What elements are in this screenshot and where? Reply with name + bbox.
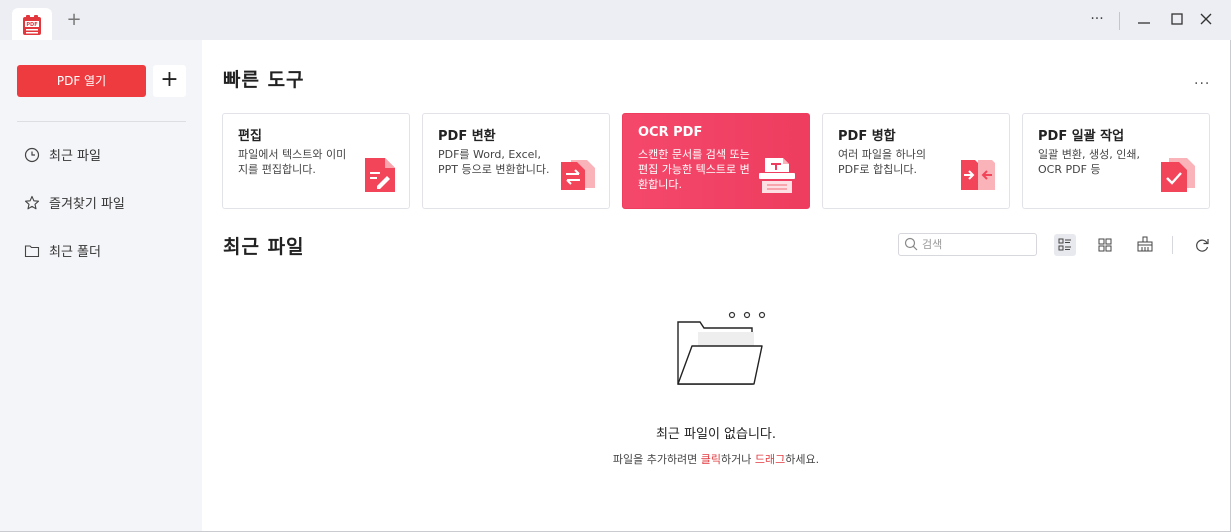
sidebar-divider (17, 121, 186, 122)
open-pdf-button[interactable]: PDF 열기 (17, 65, 146, 97)
search-box[interactable] (898, 233, 1037, 256)
empty-folder-illustration (677, 311, 766, 385)
card-title: PDF 일괄 작업 (1038, 129, 1125, 144)
card-description: PDF를 Word, Excel, PPT 등으로 변환합니다. (438, 148, 550, 176)
tool-card-edit[interactable]: 편집 파일에서 텍스트와 이미지를 편집합니다. (222, 113, 410, 209)
broom-icon (1137, 236, 1153, 252)
main-content: 빠른 도구 ··· 편집 파일에서 텍스트와 이미지를 편집합니다. PDF 변… (202, 40, 1230, 531)
sidebar: PDF 열기 + 최근 파일 즐겨찾기 파일 최근 폴더 (0, 40, 202, 531)
toolbar-divider (1172, 236, 1173, 254)
batch-pdf-icon (1161, 158, 1195, 192)
card-title: PDF 변환 (438, 129, 496, 144)
hint-text: 파일을 추가하려면 (612, 453, 701, 466)
minimize-button[interactable] (1135, 12, 1153, 30)
card-description: 일괄 변환, 생성, 인쇄, OCR PDF 등 (1038, 148, 1140, 176)
close-icon (1200, 13, 1212, 25)
clock-icon (24, 147, 40, 163)
card-title: OCR PDF (638, 125, 703, 140)
grid-view-icon (1098, 238, 1112, 252)
folder-icon (24, 245, 40, 258)
app-tab[interactable]: PDF (12, 8, 52, 40)
refresh-button[interactable] (1191, 234, 1213, 256)
titlebar-divider (1119, 12, 1120, 30)
list-view-icon (1058, 238, 1071, 251)
sidebar-item-recent-folders[interactable]: 최근 폴더 (24, 243, 101, 263)
clear-history-button[interactable] (1134, 234, 1156, 256)
tool-card-convert[interactable]: PDF 변환 PDF를 Word, Excel, PPT 등으로 변환합니다. (422, 113, 610, 209)
quick-tools-more-button[interactable]: ··· (1194, 76, 1210, 92)
edit-pdf-icon (365, 158, 395, 192)
hint-text: 하세요. (785, 453, 820, 466)
new-tab-button[interactable]: + (64, 10, 84, 30)
sidebar-item-label: 최근 파일 (49, 149, 101, 164)
title-bar: PDF + ··· (0, 0, 1231, 40)
grid-view-button[interactable] (1094, 234, 1116, 256)
refresh-icon (1196, 239, 1209, 252)
pdf-app-icon: PDF (23, 15, 41, 35)
sidebar-item-recent-files[interactable]: 최근 파일 (24, 147, 101, 167)
recent-files-title: 최근 파일 (223, 236, 305, 258)
card-description: 스캔한 문서를 검색 또는 편집 가능한 텍스트로 변환합니다. (638, 148, 750, 191)
convert-pdf-icon (561, 160, 595, 190)
search-icon (904, 237, 918, 251)
card-title: 편집 (238, 129, 262, 144)
search-input[interactable] (922, 236, 1030, 252)
tool-card-batch[interactable]: PDF 일괄 작업 일괄 변환, 생성, 인쇄, OCR PDF 등 (1022, 113, 1210, 209)
add-button[interactable]: + (153, 65, 186, 97)
tool-card-ocr[interactable]: OCR PDF 스캔한 문서를 검색 또는 편집 가능한 텍스트로 변환합니다. (622, 113, 810, 209)
card-description: 파일에서 텍스트와 이미지를 편집합니다. (238, 148, 347, 176)
card-title: PDF 병합 (838, 129, 896, 144)
quick-tools-title: 빠른 도구 (223, 69, 305, 91)
tool-card-merge[interactable]: PDF 병합 여러 파일을 하나의 PDF로 합칩니다. (822, 113, 1010, 209)
click-link[interactable]: 클릭 (701, 453, 721, 466)
maximize-icon (1171, 13, 1183, 25)
sidebar-item-label: 즐겨찾기 파일 (49, 197, 125, 212)
empty-state-title: 최근 파일이 없습니다. (655, 427, 777, 442)
card-description: 여러 파일을 하나의 PDF로 합칩니다. (838, 148, 926, 176)
more-options-button[interactable]: ··· (1088, 10, 1106, 28)
star-icon (24, 195, 40, 210)
empty-state-hint: 파일을 추가하려면 클릭하거나 드래그하세요. (202, 451, 1230, 467)
maximize-button[interactable] (1168, 12, 1186, 30)
minimize-icon (1138, 22, 1150, 24)
hint-text: 하거나 (721, 453, 755, 466)
sidebar-item-label: 최근 폴더 (49, 245, 101, 260)
list-view-button[interactable] (1054, 234, 1076, 256)
drag-link[interactable]: 드래그 (755, 453, 785, 466)
merge-pdf-icon (961, 160, 995, 190)
ocr-scanner-icon (759, 158, 795, 193)
svg-text:PDF: PDF (26, 22, 37, 28)
sidebar-item-favorites[interactable]: 즐겨찾기 파일 (24, 195, 125, 215)
close-button[interactable] (1197, 12, 1215, 30)
